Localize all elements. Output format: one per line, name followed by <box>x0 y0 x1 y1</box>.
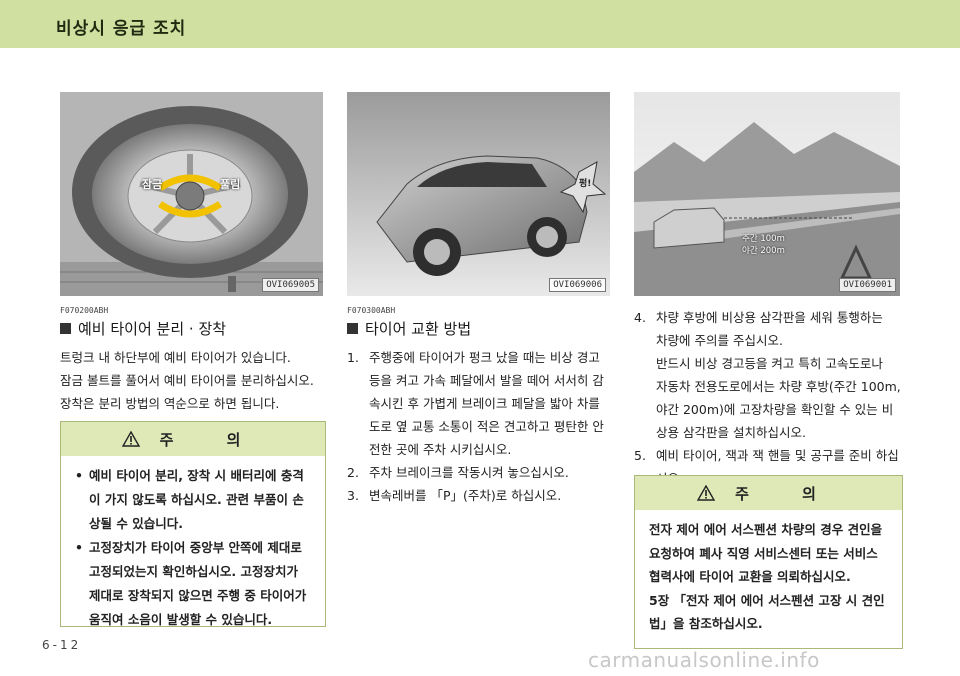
warning-triangle-icon <box>697 485 716 501</box>
list-item: • 예비 타이어 분리, 장착 시 배터리에 충격 이 가지 않도록 하십시오. … <box>75 468 304 531</box>
warning-triangle-icon <box>121 431 140 447</box>
day-distance-label: 주간 100m <box>742 234 785 244</box>
caution-box-right: 주 의 전자 제어 에어 서스펜션 차량의 경우 견인을 요청하여 폐사 직영 … <box>634 475 903 649</box>
section-title-tire-change: 타이어 교환 방법 <box>347 318 471 339</box>
list-item: • 고정장치가 타이어 중앙부 안쪽에 제대로 고정되었는지 확인하십시오. 고정… <box>75 540 307 627</box>
square-bullet-icon <box>60 323 71 334</box>
spare-tire-photo: 잠금 풀림 OVI069005 <box>60 92 323 296</box>
caution-header: 주 의 <box>61 422 325 456</box>
caution-title: 주 의 <box>159 430 265 449</box>
image-code: OVI069005 <box>262 278 319 292</box>
list-item: 4. 차량 후방에 비상용 삼각판을 세워 통행하는 차량에 주의를 주십시오. 반… <box>634 310 901 440</box>
caution-body: • 예비 타이어 분리, 장착 시 배터리에 충격 이 가지 않도록 하십시오. … <box>61 456 325 640</box>
fasten-label: 풀림 <box>220 178 241 191</box>
page-header: 비상시 응급 조치 <box>0 0 960 48</box>
caution-title: 주 의 <box>735 484 840 503</box>
burst-label: 펑! <box>579 179 592 189</box>
tire-change-steps: 1. 주행중에 타이어가 펑크 났을 때는 비상 경고 등을 켜고 가속 페달에서… <box>347 346 619 507</box>
night-distance-label: 야간 200m <box>742 246 785 256</box>
caution-body: 전자 제어 에어 서스펜션 차량의 경우 견인을 요청하여 폐사 직영 서비스센… <box>649 522 885 631</box>
list-item: 3. 변속레버를 「P」(주차)로 하십시오. <box>347 488 562 503</box>
caution-box-left: 주 의 • 예비 타이어 분리, 장착 시 배터리에 충격 이 가지 않도록 하십… <box>60 421 326 627</box>
warning-triangle-photo: 주간 100m 야간 200m OVI069001 <box>634 92 900 296</box>
caution-header: 주 의 <box>635 476 902 510</box>
list-item: 1. 주행중에 타이어가 펑크 났을 때는 비상 경고 등을 켜고 가속 페달에서… <box>347 350 604 457</box>
list-item: 2. 주차 브레이크를 작동시켜 놓으십시오. <box>347 465 569 480</box>
doc-code: F070300ABH <box>347 306 396 315</box>
doc-code: F070200ABH <box>60 306 109 315</box>
triangle-steps: 4. 차량 후방에 비상용 삼각판을 세워 통행하는 차량에 주의를 주십시오. 반… <box>634 306 910 490</box>
header-title: 비상시 응급 조치 <box>56 19 187 39</box>
image-code: OVI069001 <box>839 278 896 292</box>
flat-tire-car-photo: 펑! OVI069006 <box>347 92 610 296</box>
loosen-label: 잠금 <box>142 178 163 191</box>
spare-tire-paragraph: 트렁크 내 하단부에 예비 타이어가 있습니다. 잠금 볼트를 풀어서 예비 타… <box>60 350 314 411</box>
watermark: carmanualsonline.info <box>588 648 820 672</box>
square-bullet-icon <box>347 323 358 334</box>
section-title-spare-tire: 예비 타이어 분리 · 장착 <box>60 318 226 339</box>
page-number: 6-12 <box>42 638 82 652</box>
image-code: OVI069006 <box>549 278 606 292</box>
